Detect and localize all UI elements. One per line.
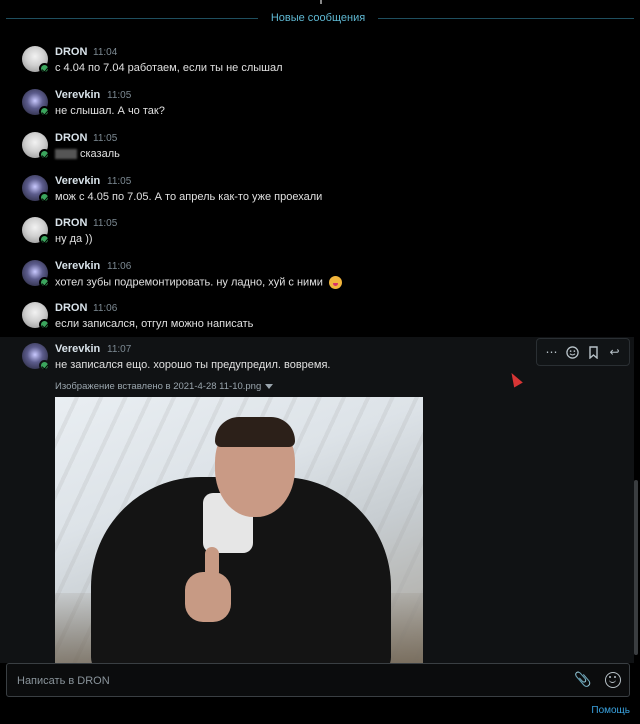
message-actions-toolbar: ⋯ ↩ — [536, 338, 630, 366]
message-time: 11:06 — [107, 261, 132, 272]
message-author[interactable]: Verevkin — [55, 343, 100, 355]
message-text: мож с 4.05 по 7.05. А то апрель как-то у… — [55, 191, 323, 203]
attachment-filename[interactable]: Изображение вставлено в 2021-4-28 11-10.… — [55, 381, 261, 392]
online-status-icon — [39, 63, 50, 74]
online-status-icon — [39, 277, 50, 288]
divider-line-left — [6, 18, 258, 19]
tongue-emoji-icon — [328, 276, 342, 289]
message-author[interactable]: Verevkin — [55, 175, 100, 187]
message-time: 11:07 — [107, 344, 132, 355]
avatar[interactable] — [22, 175, 50, 203]
message-text: ну да )) — [55, 233, 93, 245]
message-time: 11:05 — [93, 133, 118, 144]
attached-image[interactable] — [55, 397, 423, 663]
scroll-notch — [320, 0, 322, 4]
avatar[interactable] — [22, 46, 50, 74]
message-text-container: сказаль — [55, 148, 120, 160]
scrollbar[interactable] — [634, 480, 638, 655]
message-author[interactable]: DRON — [55, 46, 87, 58]
message-text: если записался, отгул можно написать — [55, 318, 254, 330]
chevron-down-icon[interactable] — [265, 383, 274, 389]
message-item[interactable]: Verevkin 11:06 хотел зубы подремонтирова… — [0, 254, 634, 296]
avatar[interactable] — [22, 132, 50, 160]
message-author[interactable]: Verevkin — [55, 89, 100, 101]
message-composer: 📎 — [6, 663, 630, 697]
message-item[interactable]: DRON 11:05 ну да )) — [0, 211, 634, 253]
message-text: сказаль — [80, 148, 120, 160]
message-item[interactable]: Verevkin 11:07 не записался ещо. хорошо … — [0, 337, 634, 663]
message-item[interactable]: DRON 11:04 с 4.04 по 7.04 работаем, если… — [0, 40, 634, 82]
avatar[interactable] — [22, 260, 50, 288]
image-person-hair — [215, 417, 295, 447]
reply-icon[interactable]: ↩ — [606, 343, 624, 361]
online-status-icon — [39, 234, 50, 245]
message-item[interactable]: Verevkin 11:05 не слышал. А чо так? — [0, 83, 634, 125]
message-time: 11:05 — [107, 176, 132, 187]
attach-icon[interactable]: 📎 — [574, 671, 592, 689]
more-icon[interactable]: ⋯ — [543, 343, 561, 361]
online-status-icon — [39, 360, 50, 371]
message-author[interactable]: DRON — [55, 132, 87, 144]
message-item[interactable]: Verevkin 11:05 мож с 4.05 по 7.05. А то … — [0, 169, 634, 211]
reaction-icon[interactable] — [564, 343, 582, 361]
new-messages-divider: Новые сообщения — [6, 0, 634, 28]
avatar[interactable] — [22, 343, 50, 371]
image-person-hand — [185, 572, 231, 622]
message-time: 11:04 — [93, 47, 118, 58]
message-author[interactable]: DRON — [55, 217, 87, 229]
avatar[interactable] — [22, 217, 50, 245]
avatar[interactable] — [22, 302, 50, 330]
online-status-icon — [39, 149, 50, 160]
redacted-blur — [55, 149, 77, 160]
message-author[interactable]: Verevkin — [55, 260, 100, 272]
message-text: хотел зубы подремонтировать. ну ладно, х… — [55, 276, 323, 289]
emoji-icon[interactable] — [605, 672, 621, 688]
bookmark-icon[interactable] — [585, 343, 603, 361]
message-time: 11:05 — [107, 90, 132, 101]
message-time: 11:05 — [93, 218, 118, 229]
message-author[interactable]: DRON — [55, 302, 87, 314]
online-status-icon — [39, 106, 50, 117]
message-text: не слышал. А чо так? — [55, 105, 165, 117]
message-text-container: хотел зубы подремонтировать. ну ладно, х… — [55, 276, 342, 289]
help-link[interactable]: Помощь — [591, 705, 630, 716]
divider-line-right — [378, 18, 634, 19]
online-status-icon — [39, 192, 50, 203]
message-text: с 4.04 по 7.04 работаем, если ты не слыш… — [55, 62, 283, 74]
message-text: не записался ещо. хорошо ты предупредил.… — [55, 359, 331, 371]
message-item[interactable]: DRON 11:06 если записался, отгул можно н… — [0, 296, 634, 338]
avatar[interactable] — [22, 89, 50, 117]
divider-label: Новые сообщения — [270, 12, 366, 24]
message-item[interactable]: DRON 11:05 сказаль — [0, 126, 634, 168]
online-status-icon — [39, 319, 50, 330]
message-input[interactable] — [17, 672, 557, 690]
message-time: 11:06 — [93, 303, 118, 314]
attachment-caption[interactable]: Изображение вставлено в 2021-4-28 11-10.… — [55, 381, 274, 392]
